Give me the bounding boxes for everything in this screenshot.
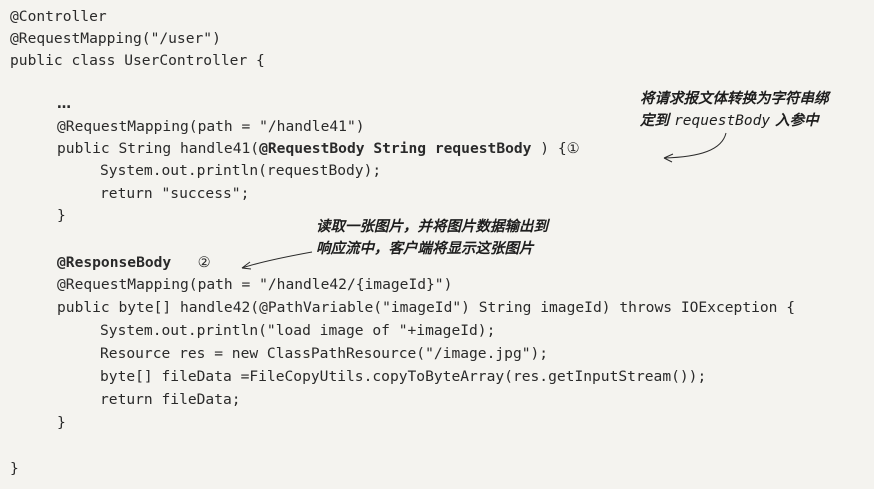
annotation-1-line-1: 将请求报文体转换为字符串绑 xyxy=(640,90,829,107)
code-line-close-class: } xyxy=(10,460,19,477)
code-line-handle41-signature: public String handle41(@RequestBody Stri… xyxy=(57,138,580,160)
code-line-controller-annotation: @Controller xyxy=(10,8,107,25)
annotation-1-line-2: 定到 requestBody 入参中 xyxy=(640,110,819,132)
code-listing: @Controller @RequestMapping("/user") pub… xyxy=(0,0,874,489)
code-line-ellipsis: … xyxy=(57,96,71,112)
annotation-1-code: requestBody xyxy=(674,113,771,129)
annotation-2-line-2: 响应流中，客户端将显示这张图片 xyxy=(316,240,534,257)
arrow-1 xyxy=(663,132,727,163)
code-line-println-request-body: System.out.println(requestBody); xyxy=(100,162,382,179)
code-line-request-mapping-handle42: @RequestMapping(path = "/handle42/{image… xyxy=(57,276,453,293)
handle41-prefix: public String handle41( xyxy=(57,140,260,157)
request-body-param: @RequestBody String requestBody xyxy=(259,140,532,157)
code-line-file-data: byte[] fileData =FileCopyUtils.copyToByt… xyxy=(100,368,707,385)
code-line-return-file-data: return fileData; xyxy=(100,391,241,408)
response-body-annotation: @ResponseBody xyxy=(57,254,172,271)
marker-1: ① xyxy=(566,140,580,157)
code-line-class-declaration: public class UserController { xyxy=(10,52,265,69)
annotation-1-post: 入参中 xyxy=(770,112,819,129)
handle41-suffix: ) { xyxy=(531,140,567,157)
code-line-return-success: return "success"; xyxy=(100,185,250,202)
annotation-2-line-1: 读取一张图片，并将图片数据输出到 xyxy=(316,218,548,235)
code-line-close-handle41: } xyxy=(57,207,66,224)
code-line-close-handle42: } xyxy=(57,414,66,431)
code-line-println-image-id: System.out.println("load image of "+imag… xyxy=(100,322,496,339)
code-line-request-mapping-user: @RequestMapping("/user") xyxy=(10,30,221,47)
code-line-request-mapping-handle41: @RequestMapping(path = "/handle41") xyxy=(57,118,365,135)
code-line-response-body: @ResponseBody ② xyxy=(57,252,211,274)
annotation-1-pre: 定到 xyxy=(640,112,675,129)
code-line-resource-declaration: Resource res = new ClassPathResource("/i… xyxy=(100,345,549,362)
arrow-2 xyxy=(241,251,313,270)
marker-2: ② xyxy=(197,254,211,271)
code-line-handle42-signature: public byte[] handle42(@PathVariable("im… xyxy=(57,299,796,316)
